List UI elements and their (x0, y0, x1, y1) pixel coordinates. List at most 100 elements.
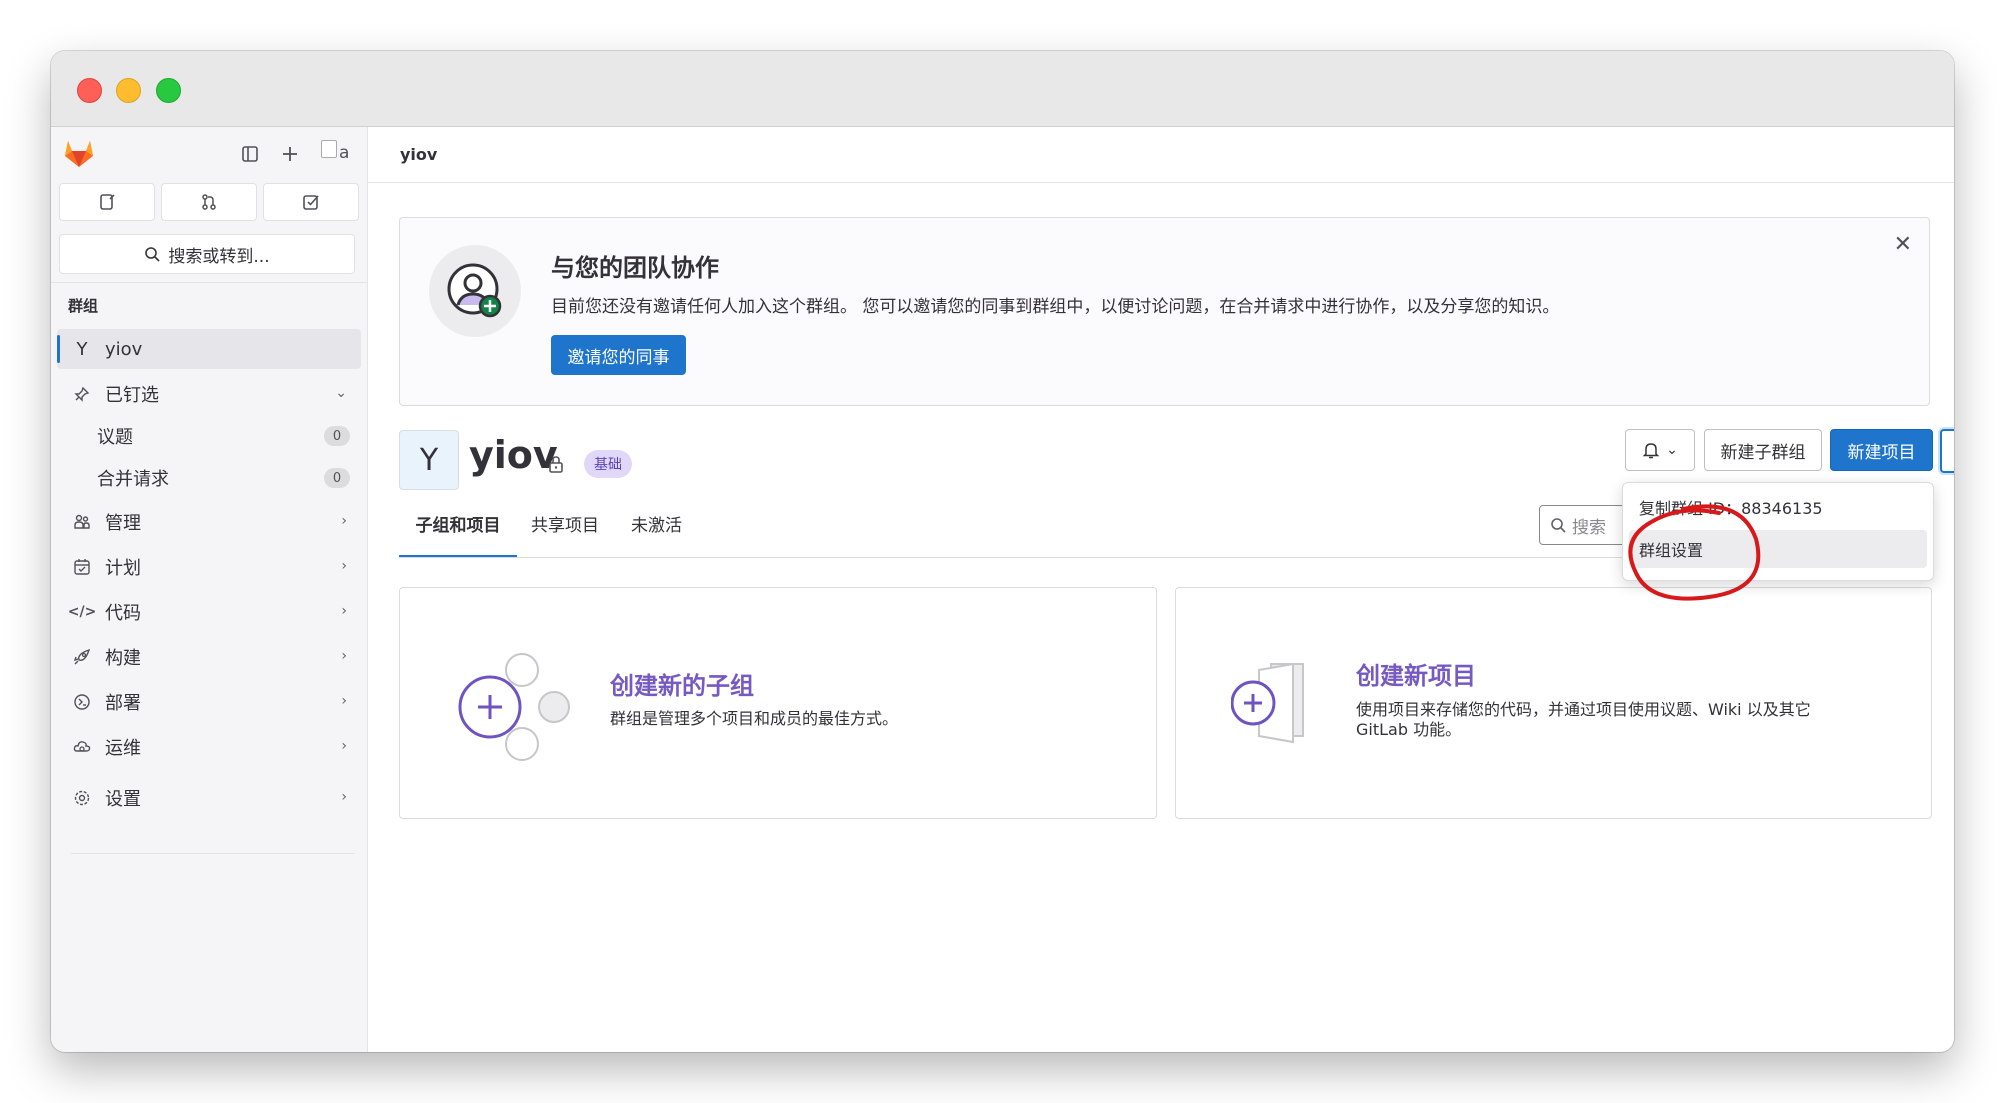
create-project-card[interactable]: 创建新项目 使用项目来存储您的代码，并通过项目使用议题、Wiki 以及其它 Gi… (1175, 587, 1932, 819)
minimize-window-button[interactable] (116, 78, 141, 103)
issues-shortcut-button[interactable] (59, 183, 155, 221)
more-actions-button[interactable] (1940, 429, 1954, 473)
sidebar: a 搜索或转到... 群组 Y yiov 已钉选 ⌄ 议题 0 合并请求 0 管… (51, 127, 368, 1052)
sidebar-item-merge-requests[interactable]: 合并请求 0 (57, 458, 361, 498)
sidebar-item-label: 合并请求 (97, 469, 169, 490)
chevron-right-icon: › (341, 648, 347, 664)
group-title: yiov (469, 433, 558, 477)
merge-request-icon (202, 194, 216, 210)
tab-inactive[interactable]: 未激活 (631, 489, 682, 558)
chevron-right-icon: › (341, 513, 347, 529)
gitlab-logo-icon[interactable] (62, 137, 96, 169)
create-project-description-line1: 使用项目来存储您的代码，并通过项目使用议题、Wiki 以及其它 (1356, 700, 1811, 719)
project-illustration-icon (1231, 662, 1304, 744)
invite-user-illustration-icon (429, 245, 521, 337)
users-icon (71, 511, 93, 533)
new-subgroup-button[interactable]: 新建子群组 (1704, 429, 1822, 471)
collapse-sidebar-icon[interactable] (237, 141, 263, 167)
pin-icon (71, 383, 93, 405)
chevron-right-icon: › (341, 693, 347, 709)
search-label: 搜索或转到... (168, 246, 270, 267)
new-project-button[interactable]: 新建项目 (1830, 429, 1933, 471)
subgroup-illustration-icon (458, 653, 570, 761)
quick-actions (59, 183, 359, 221)
search-or-goto-button[interactable]: 搜索或转到... (59, 234, 355, 274)
sidebar-item-issues[interactable]: 议题 0 (57, 416, 361, 456)
breadcrumb[interactable]: yiov (400, 145, 437, 164)
zoom-window-button[interactable] (156, 78, 181, 103)
banner-title: 与您的团队协作 (551, 254, 719, 282)
sidebar-item-code[interactable]: </> 代码 › (57, 592, 361, 632)
chevron-right-icon: › (341, 738, 347, 754)
issue-icon (100, 194, 115, 210)
sidebar-item-manage[interactable]: 管理 › (57, 502, 361, 542)
sidebar-item-plan[interactable]: 计划 › (57, 547, 361, 587)
create-new-icon[interactable] (277, 141, 303, 167)
chevron-down-icon: ⌄ (335, 385, 347, 401)
sidebar-item-label: 部署 (105, 693, 141, 714)
todos-shortcut-button[interactable] (263, 183, 359, 221)
sidebar-item-label: yiov (105, 338, 143, 360)
chevron-right-icon: › (341, 603, 347, 619)
sidebar-divider (51, 282, 367, 283)
more-actions-dropdown: 复制群组 ID：88346135 群组设置 (1622, 482, 1934, 581)
merge-requests-count-badge: 0 (324, 468, 350, 488)
main-content: yiov 与您的团队协作 目前您还没有邀请任何人加入这个群组。 您可以邀请您的同… (368, 127, 1954, 1052)
close-icon[interactable]: ✕ (1894, 232, 1912, 257)
cloud-icon (71, 736, 93, 758)
invite-banner: 与您的团队协作 目前您还没有邀请任何人加入这个群组。 您可以邀请您的同事到群组中… (399, 217, 1930, 406)
sidebar-item-pinned[interactable]: 已钉选 ⌄ (57, 374, 361, 414)
calendar-icon (71, 556, 93, 578)
sidebar-item-settings[interactable]: 设置 › (57, 778, 361, 818)
sidebar-item-label: 运维 (105, 738, 141, 759)
banner-text: 目前您还没有邀请任何人加入这个群组。 您可以邀请您的同事到群组中，以便讨论问题，… (551, 297, 1560, 317)
create-project-description-line2: GitLab 功能。 (1356, 720, 1462, 739)
window-titlebar (51, 51, 1954, 127)
app-window: a 搜索或转到... 群组 Y yiov 已钉选 ⌄ 议题 0 合并请求 0 管… (51, 51, 1954, 1052)
merge-requests-shortcut-button[interactable] (161, 183, 257, 221)
sidebar-item-deploy[interactable]: 部署 › (57, 682, 361, 722)
chevron-right-icon: › (341, 789, 347, 805)
todo-icon (303, 195, 319, 210)
deploy-icon (71, 691, 93, 713)
notification-dropdown-button[interactable]: ⌄ (1625, 429, 1695, 471)
sidebar-item-operate[interactable]: 运维 › (57, 727, 361, 767)
gear-icon (71, 787, 93, 809)
sidebar-item-label: 议题 (97, 427, 133, 448)
issues-count-badge: 0 (324, 426, 350, 446)
copy-group-id-item[interactable]: 复制群组 ID：88346135 (1629, 488, 1927, 526)
bell-icon (1642, 443, 1660, 459)
tab-shared-projects[interactable]: 共享项目 (531, 489, 599, 558)
top-bar: yiov (368, 127, 1954, 183)
broken-image-icon (321, 140, 337, 158)
avatar-alt-text: a (339, 143, 350, 163)
invite-colleagues-button[interactable]: 邀请您的同事 (551, 335, 686, 375)
sidebar-item-label: 计划 (105, 558, 141, 579)
close-window-button[interactable] (77, 78, 102, 103)
group-avatar: Y (399, 430, 459, 490)
group-settings-item[interactable]: 群组设置 (1629, 530, 1927, 568)
create-subgroup-title[interactable]: 创建新的子组 (610, 666, 754, 701)
chevron-down-icon: ⌄ (1666, 442, 1678, 458)
sidebar-item-label: 构建 (105, 648, 141, 669)
sidebar-section-title: 群组 (68, 297, 99, 315)
rocket-icon (71, 646, 93, 668)
group-letter-avatar: Y (76, 338, 88, 360)
create-subgroup-card[interactable]: 创建新的子组 群组是管理多个项目和成员的最佳方式。 (399, 587, 1157, 819)
sidebar-item-label: 代码 (105, 603, 141, 624)
sidebar-separator (71, 853, 355, 854)
create-project-title[interactable]: 创建新项目 (1356, 656, 1476, 691)
sidebar-item-label: 设置 (105, 789, 141, 810)
search-placeholder: 搜索 (1572, 517, 1606, 538)
user-avatar[interactable]: a (321, 138, 355, 168)
search-icon (145, 247, 160, 262)
sidebar-item-label: 管理 (105, 513, 141, 534)
sidebar-item-build[interactable]: 构建 › (57, 637, 361, 677)
sidebar-item-label: 已钉选 (105, 385, 159, 406)
chevron-right-icon: › (341, 558, 347, 574)
tab-subgroups-and-projects[interactable]: 子组和项目 (399, 489, 517, 558)
create-subgroup-description: 群组是管理多个项目和成员的最佳方式。 (610, 709, 899, 728)
search-icon (1551, 518, 1566, 533)
lock-icon (549, 456, 563, 473)
sidebar-item-group[interactable]: Y yiov (57, 329, 361, 369)
